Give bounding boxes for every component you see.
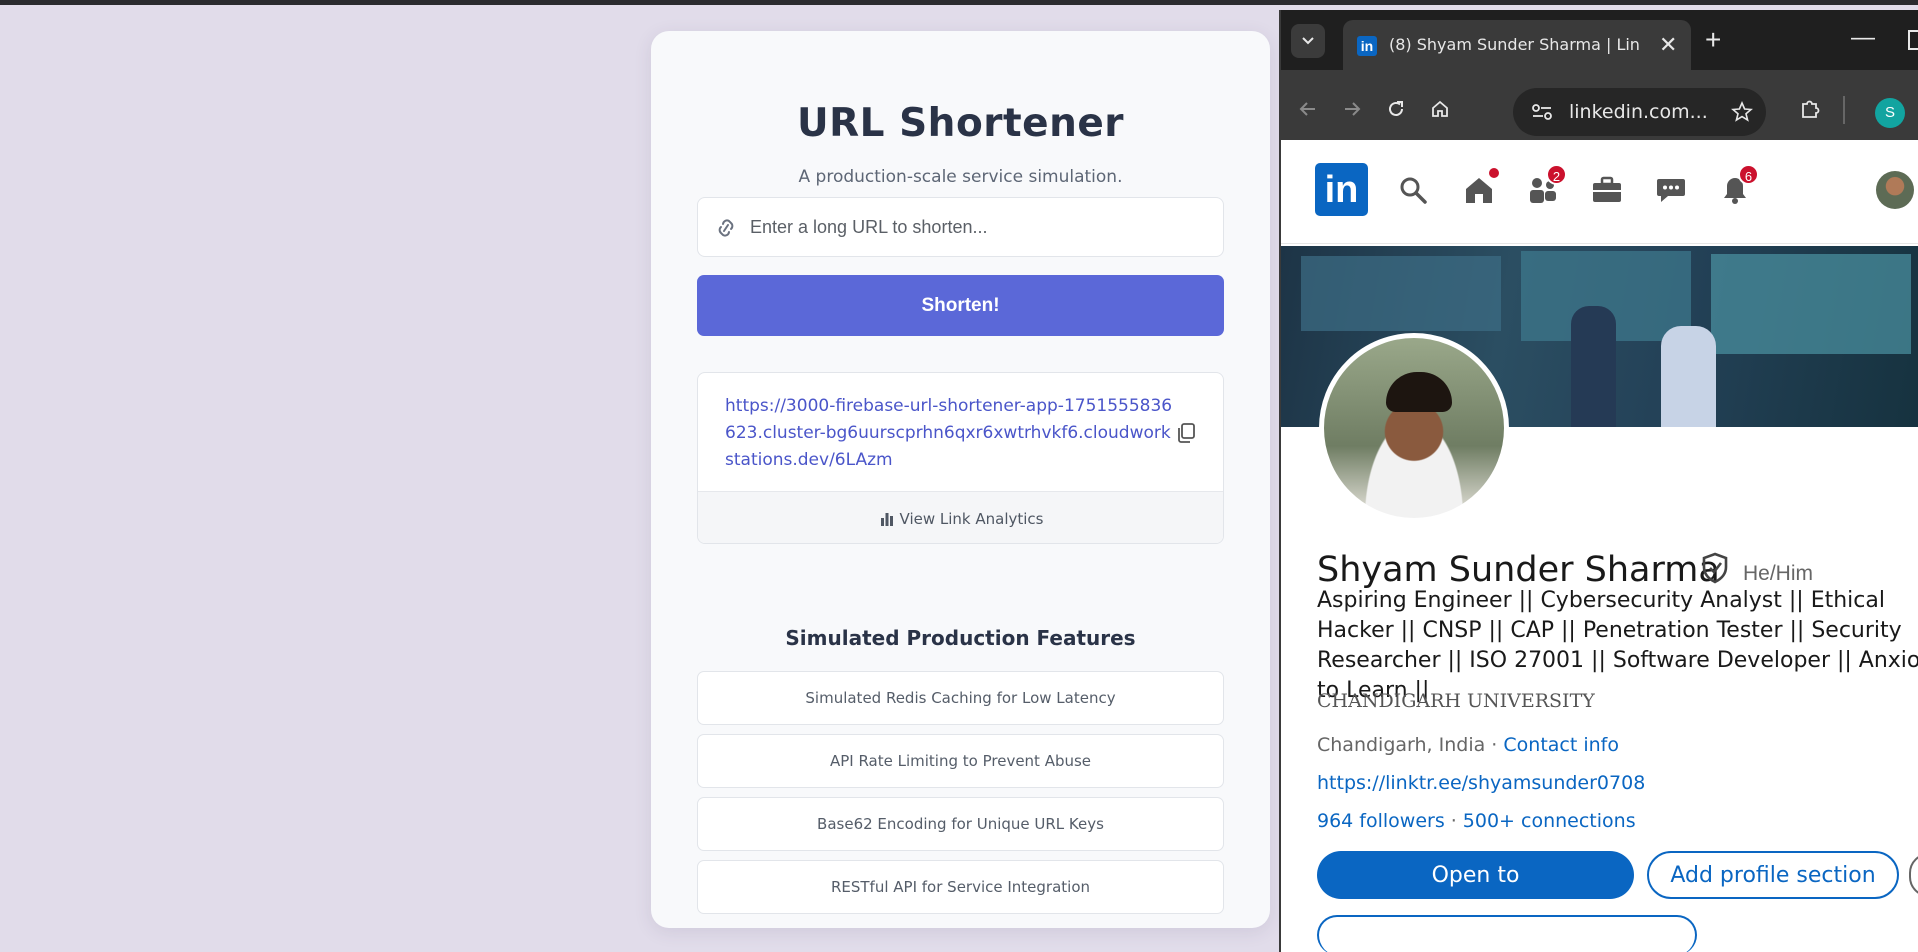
- profile-university[interactable]: CHANDIGARH UNIVERSITY: [1317, 690, 1595, 712]
- tab-linkedin[interactable]: in (8) Shyam Sunder Sharma | LinkedIn ✕: [1343, 20, 1691, 70]
- short-url-link[interactable]: https://3000-firebase-url-shortener-app-…: [725, 393, 1175, 474]
- chevron-down-icon: [1302, 37, 1314, 45]
- profile-website-link[interactable]: https://linktr.ee/shyamsunder0708: [1317, 772, 1645, 794]
- top-strip: [0, 0, 1918, 5]
- jobs-icon[interactable]: [1587, 170, 1627, 210]
- feature-item: RESTful API for Service Integration: [697, 860, 1224, 914]
- result-box: https://3000-firebase-url-shortener-app-…: [697, 372, 1224, 544]
- connections-link[interactable]: 500+ connections: [1463, 810, 1636, 832]
- copy-icon[interactable]: [1174, 421, 1198, 445]
- profile-avatar[interactable]: S: [1875, 98, 1905, 128]
- star-icon[interactable]: [1731, 101, 1753, 123]
- verified-shield-icon[interactable]: [1701, 552, 1729, 584]
- messaging-icon[interactable]: [1651, 170, 1691, 210]
- profile-location: Chandigarh, India: [1317, 734, 1486, 756]
- search-icon[interactable]: [1393, 170, 1433, 210]
- home-nav-icon[interactable]: [1459, 166, 1501, 210]
- minimize-button[interactable]: —: [1851, 24, 1875, 52]
- features-title: Simulated Production Features: [785, 626, 1136, 650]
- bar-chart-icon: [880, 512, 893, 526]
- address-text: linkedin.com...: [1569, 101, 1708, 123]
- feature-item: Simulated Redis Caching for Low Latency: [697, 671, 1224, 725]
- feature-item: Base62 Encoding for Unique URL Keys: [697, 797, 1224, 851]
- browser-toolbar: linkedin.com... S: [1281, 70, 1918, 150]
- open-to-button[interactable]: Open to: [1317, 851, 1634, 899]
- link-icon: [718, 219, 734, 237]
- notifications-badge: 6: [1738, 164, 1759, 185]
- long-url-input[interactable]: [750, 198, 1210, 256]
- arrow-right-icon: [1345, 102, 1361, 116]
- add-profile-section-button[interactable]: Add profile section: [1647, 851, 1899, 899]
- pronouns: He/Him: [1743, 562, 1814, 585]
- cover-person-shape: [1661, 326, 1716, 427]
- puzzle-icon: [1802, 100, 1820, 118]
- reload-icon: [1389, 101, 1403, 116]
- forward-button[interactable]: [1335, 92, 1369, 126]
- cover-person-shape: [1571, 306, 1616, 427]
- home-button[interactable]: [1423, 92, 1457, 126]
- tab-title: (8) Shyam Sunder Sharma | LinkedIn: [1389, 35, 1639, 54]
- linkedin-favicon-icon: in: [1357, 36, 1377, 56]
- profile-photo-hair: [1386, 372, 1452, 412]
- tab-bar: in (8) Shyam Sunder Sharma | LinkedIn ✕ …: [1281, 10, 1918, 70]
- linkedin-nav: in 2 6: [1281, 140, 1918, 244]
- network-badge: 2: [1546, 164, 1567, 185]
- location-separator: ·: [1485, 734, 1504, 756]
- home-badge: [1487, 166, 1501, 180]
- tab-search-button[interactable]: [1291, 24, 1325, 58]
- notifications-icon[interactable]: 6: [1715, 164, 1759, 210]
- new-tab-button[interactable]: +: [1705, 24, 1721, 56]
- contact-info-link[interactable]: Contact info: [1503, 734, 1619, 756]
- extensions-button[interactable]: [1793, 92, 1827, 126]
- me-avatar[interactable]: [1876, 171, 1914, 209]
- feature-item: API Rate Limiting to Prevent Abuse: [697, 734, 1224, 788]
- back-button[interactable]: [1291, 92, 1325, 126]
- profile-stats: 964 followers · 500+ connections: [1317, 810, 1636, 832]
- next-button-edge[interactable]: [1317, 915, 1697, 952]
- site-settings-icon[interactable]: [1531, 102, 1553, 122]
- close-tab-icon[interactable]: ✕: [1659, 32, 1677, 58]
- maximize-button[interactable]: [1908, 30, 1918, 50]
- cover-screen-shape: [1301, 256, 1501, 331]
- profile-name: Shyam Sunder Sharma: [1317, 550, 1720, 590]
- browser-window: in (8) Shyam Sunder Sharma | LinkedIn ✕ …: [1279, 10, 1918, 952]
- linkedin-logo[interactable]: in: [1315, 163, 1368, 216]
- address-bar[interactable]: linkedin.com...: [1513, 88, 1766, 136]
- reload-button[interactable]: [1379, 92, 1413, 126]
- profile-headline: Aspiring Engineer || Cybersecurity Analy…: [1317, 588, 1918, 703]
- profile-photo[interactable]: [1319, 333, 1509, 523]
- more-button[interactable]: [1909, 853, 1918, 897]
- analytics-label: View Link Analytics: [899, 509, 1044, 528]
- stats-separator: ·: [1450, 810, 1457, 832]
- arrow-left-icon: [1299, 102, 1315, 116]
- url-shortener-card: URL Shortener A production-scale service…: [651, 31, 1270, 928]
- page-title: URL Shortener: [796, 101, 1125, 146]
- cover-screen-shape: [1711, 254, 1911, 354]
- page-subtitle: A production-scale service simulation.: [798, 167, 1123, 187]
- followers-link[interactable]: 964 followers: [1317, 810, 1445, 832]
- my-network-icon[interactable]: 2: [1523, 164, 1567, 210]
- shorten-button[interactable]: Shorten!: [697, 275, 1224, 336]
- home-icon: [1432, 100, 1448, 117]
- toolbar-divider: [1843, 96, 1845, 124]
- view-analytics-button[interactable]: View Link Analytics: [698, 491, 1223, 543]
- profile-location-row: Chandigarh, India · Contact info: [1317, 734, 1619, 756]
- url-input-wrapper: [697, 197, 1224, 257]
